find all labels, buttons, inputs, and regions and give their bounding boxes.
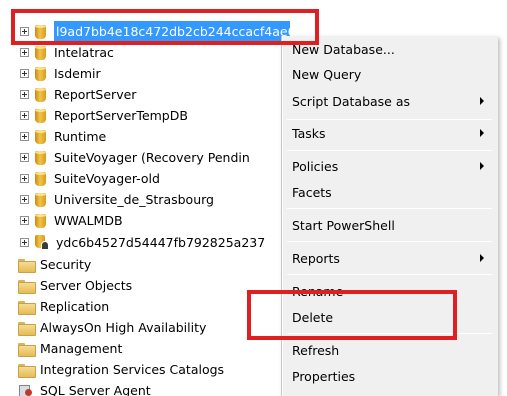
database-icon bbox=[35, 150, 46, 165]
expand-icon[interactable] bbox=[20, 132, 29, 141]
menu-item-rename[interactable]: Rename bbox=[292, 280, 492, 302]
database-icon bbox=[35, 66, 46, 81]
folder-label: AlwaysOn High Availability bbox=[40, 320, 207, 335]
menu-item-start-powershell[interactable]: Start PowerShell bbox=[292, 214, 492, 236]
menu-separator bbox=[287, 150, 492, 151]
folder-label: Security bbox=[40, 257, 92, 272]
submenu-arrow-icon bbox=[480, 129, 484, 137]
folder-label: Replication bbox=[40, 299, 110, 314]
database-label: WWALMDB bbox=[54, 213, 123, 228]
expand-icon[interactable] bbox=[20, 48, 29, 57]
menu-item-script-database-as[interactable]: Script Database as bbox=[292, 90, 492, 112]
database-node[interactable]: Intelatrac bbox=[20, 42, 114, 63]
object-explorer-tree: l9ad7bb4e18c472db2cb244ccacf4ae6 Intelat… bbox=[0, 0, 290, 396]
menu-separator bbox=[287, 208, 492, 209]
expand-icon[interactable] bbox=[20, 238, 29, 247]
menu-item-policies[interactable]: Policies bbox=[292, 155, 492, 177]
folder-node-integration-services[interactable]: Integration Services Catalogs bbox=[18, 359, 224, 380]
folder-node-management[interactable]: Management bbox=[18, 338, 122, 359]
database-label: ReportServerTempDB bbox=[54, 108, 188, 123]
database-label: Universite_de_Strasbourg bbox=[54, 192, 214, 207]
database-user-icon bbox=[35, 235, 49, 250]
database-icon bbox=[35, 108, 46, 123]
menu-item-delete[interactable]: Delete bbox=[292, 306, 492, 328]
database-node[interactable]: ReportServer bbox=[20, 84, 136, 105]
expand-icon[interactable] bbox=[20, 27, 29, 36]
expand-icon[interactable] bbox=[20, 153, 29, 162]
database-icon bbox=[35, 45, 46, 60]
database-label: ydc6b4527d54447fb792825a237 bbox=[56, 235, 266, 250]
database-node[interactable]: WWALMDB bbox=[20, 210, 123, 231]
database-icon bbox=[35, 213, 46, 228]
database-label: Runtime bbox=[54, 129, 107, 144]
expand-icon[interactable] bbox=[20, 69, 29, 78]
menu-separator bbox=[287, 274, 492, 275]
folder-icon bbox=[18, 300, 36, 315]
database-node[interactable]: ReportServerTempDB bbox=[20, 105, 188, 126]
expand-icon[interactable] bbox=[20, 216, 29, 225]
database-icon bbox=[35, 24, 46, 39]
database-label: Intelatrac bbox=[54, 45, 114, 60]
folder-node-alwayson[interactable]: AlwaysOn High Availability bbox=[18, 317, 206, 338]
database-icon bbox=[35, 129, 46, 144]
sql-server-agent-node[interactable]: SQL Server Agent bbox=[18, 380, 151, 396]
folder-icon bbox=[18, 342, 36, 357]
submenu-arrow-icon bbox=[480, 97, 484, 105]
submenu-arrow-icon bbox=[480, 254, 484, 262]
folder-label: Server Objects bbox=[40, 278, 133, 293]
submenu-arrow-icon bbox=[480, 162, 484, 170]
agent-icon bbox=[18, 384, 34, 396]
menu-item-new-database[interactable]: New Database... bbox=[292, 38, 492, 60]
menu-separator bbox=[287, 241, 492, 242]
menu-item-new-query[interactable]: New Query bbox=[292, 63, 492, 85]
menu-separator bbox=[287, 333, 492, 334]
folder-icon bbox=[18, 258, 36, 273]
database-icon bbox=[35, 192, 46, 207]
menu-item-reports[interactable]: Reports bbox=[292, 247, 492, 269]
database-node[interactable]: Isdemir bbox=[20, 63, 101, 84]
database-node[interactable]: ydc6b4527d54447fb792825a237 bbox=[20, 232, 265, 253]
folder-label: Management bbox=[40, 341, 123, 356]
database-label: Isdemir bbox=[54, 66, 101, 81]
database-node[interactable]: Universite_de_Strasbourg bbox=[20, 189, 214, 210]
database-node[interactable]: SuiteVoyager-old bbox=[20, 168, 160, 189]
folder-node-security[interactable]: Security bbox=[18, 254, 91, 275]
context-menu: New Database... New Query Script Databas… bbox=[281, 36, 498, 396]
folder-icon bbox=[18, 321, 36, 336]
database-label: ReportServer bbox=[54, 87, 137, 102]
database-icon bbox=[35, 87, 46, 102]
menu-item-facets[interactable]: Facets bbox=[292, 181, 492, 203]
menu-separator bbox=[287, 119, 492, 120]
menu-item-tasks[interactable]: Tasks bbox=[292, 122, 492, 144]
menu-item-properties[interactable]: Properties bbox=[292, 365, 492, 387]
database-label: l9ad7bb4e18c472db2cb244ccacf4ae6 bbox=[54, 21, 290, 42]
folder-node-server-objects[interactable]: Server Objects bbox=[18, 275, 132, 296]
database-node[interactable]: SuiteVoyager (Recovery Pendin bbox=[20, 147, 250, 168]
database-node-selected[interactable]: l9ad7bb4e18c472db2cb244ccacf4ae6 bbox=[20, 21, 290, 42]
database-label: SuiteVoyager-old bbox=[54, 171, 160, 186]
expand-icon[interactable] bbox=[20, 195, 29, 204]
agent-label: SQL Server Agent bbox=[40, 383, 151, 396]
expand-icon[interactable] bbox=[20, 111, 29, 120]
folder-node-replication[interactable]: Replication bbox=[18, 296, 109, 317]
folder-icon bbox=[18, 363, 36, 378]
database-label: SuiteVoyager (Recovery Pendin bbox=[54, 150, 250, 165]
folder-icon bbox=[18, 279, 36, 294]
database-icon bbox=[35, 171, 46, 186]
expand-icon[interactable] bbox=[20, 174, 29, 183]
database-node[interactable]: Runtime bbox=[20, 126, 106, 147]
expand-icon[interactable] bbox=[20, 90, 29, 99]
folder-label: Integration Services Catalogs bbox=[40, 362, 225, 377]
menu-item-refresh[interactable]: Refresh bbox=[292, 339, 492, 361]
